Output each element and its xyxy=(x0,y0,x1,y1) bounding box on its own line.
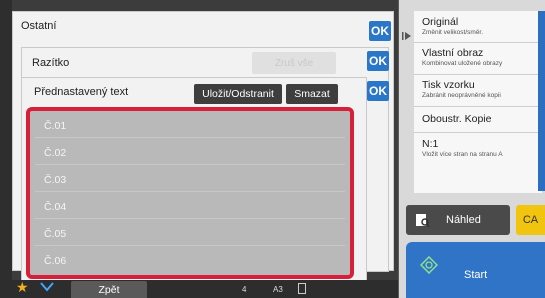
list-item[interactable]: Č.03 xyxy=(35,168,345,192)
menu-item-subtitle: Kombinovat uložené obrazy xyxy=(422,60,503,67)
ostatni-title: Ostatní xyxy=(21,20,57,32)
preview-icon xyxy=(414,212,430,228)
ca-button[interactable]: CA xyxy=(516,205,545,235)
menu-item-subtitle: Změnit velikost/směr. xyxy=(422,29,484,36)
menu-item-custom-image[interactable]: Vlastní obraz Kombinovat uložené obrazy xyxy=(414,43,542,75)
tray-number: 4 xyxy=(242,285,247,294)
paper-size: A3 xyxy=(273,285,283,294)
menu-item-title: Oboustr. Kopie xyxy=(422,113,492,125)
menu-item-title: Vlastní obraz xyxy=(422,47,484,59)
menu-item-original[interactable]: Originál Změnit velikost/směr. xyxy=(414,11,542,43)
preview-label: Náhled xyxy=(446,214,481,226)
start-icon xyxy=(419,255,439,277)
start-button[interactable]: Start xyxy=(406,242,545,298)
left-strip xyxy=(0,0,12,298)
text-ok-button[interactable]: OK xyxy=(367,81,389,101)
menu-item-subtitle: Zabránit neoprávněné kopii xyxy=(422,92,501,99)
delete-button[interactable]: Smazat xyxy=(286,84,338,104)
bottom-bar xyxy=(0,280,398,298)
list-item[interactable]: Č.01 xyxy=(35,114,345,138)
menu-item-title: Originál xyxy=(422,16,459,28)
preview-button[interactable]: Náhled xyxy=(406,205,510,235)
list-item[interactable]: Č.02 xyxy=(35,141,345,165)
paper-icon xyxy=(298,283,306,294)
menu-scrollbar[interactable] xyxy=(538,11,545,191)
check-icon[interactable] xyxy=(39,281,57,295)
save-edit-button[interactable]: Uložit/Odstranit xyxy=(194,84,282,104)
list-item[interactable]: Č.04 xyxy=(35,195,345,219)
menu-item-duplex-copy[interactable]: Oboustr. Kopie xyxy=(414,107,542,133)
menu-item-title: Tisk vzorku xyxy=(422,79,475,91)
preset-text-list: Č.01 Č.02 Č.03 Č.04 Č.05 Č.06 xyxy=(26,107,354,279)
clear-all-button[interactable]: Zruš vše xyxy=(252,52,336,74)
ostatni-ok-button[interactable]: OK xyxy=(369,21,391,41)
razitko-ok-button[interactable]: OK xyxy=(367,51,389,71)
razitko-title: Razítko xyxy=(32,57,70,69)
expand-arrow-icon[interactable] xyxy=(401,30,415,44)
menu-item-sample-print[interactable]: Tisk vzorku Zabránit neoprávněné kopii xyxy=(414,75,542,107)
start-label: Start xyxy=(464,269,488,281)
text-title: Přednastavený text xyxy=(34,86,129,98)
back-button[interactable]: Zpět xyxy=(71,281,147,298)
list-item[interactable]: Č.06 xyxy=(35,249,345,273)
list-item[interactable]: Č.05 xyxy=(35,222,345,246)
star-icon[interactable]: ★ xyxy=(16,279,29,296)
menu-item-title: N:1 xyxy=(422,138,439,150)
menu-item-subtitle: Vložit více stran na stranu A xyxy=(422,151,503,158)
menu-item-n-up[interactable]: N:1 Vložit více stran na stranu A xyxy=(414,133,542,193)
